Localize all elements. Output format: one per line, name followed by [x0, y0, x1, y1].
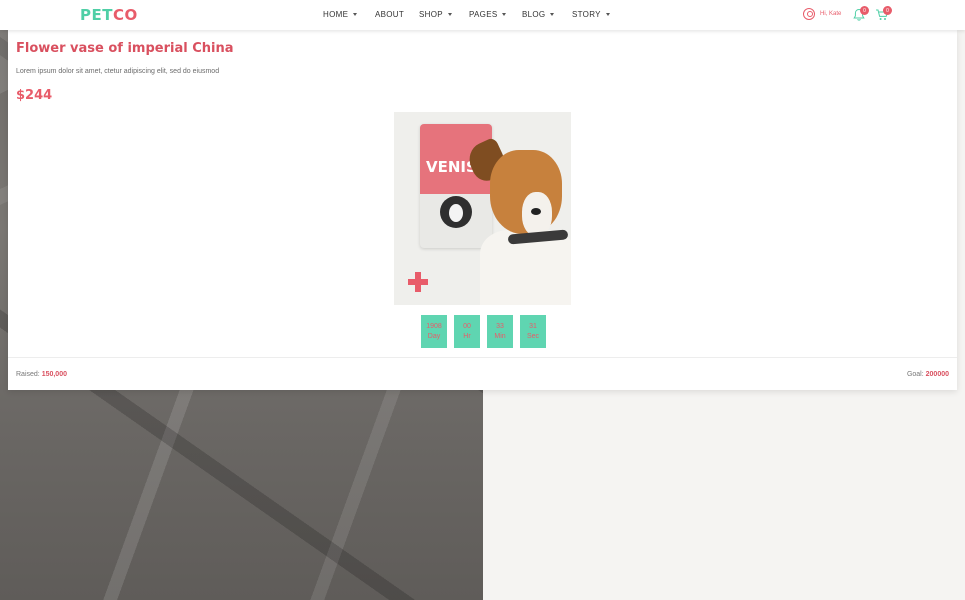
product-title[interactable]: Flower vase of imperial China	[16, 41, 234, 56]
product-description: Lorem ipsum dolor sit amet, ctetur adipi…	[16, 68, 220, 75]
user-account[interactable]: Hi, Kate	[803, 8, 841, 20]
divider	[8, 357, 957, 358]
countdown-unit: Sec	[526, 333, 540, 340]
paw-cross-icon	[408, 272, 428, 292]
countdown-value: 00	[463, 323, 471, 330]
dog-nose	[531, 208, 541, 215]
nav-shop[interactable]: SHOP	[419, 10, 452, 19]
user-icon	[803, 8, 815, 20]
countdown-unit: Min	[494, 333, 506, 340]
notifications-button[interactable]: 0	[852, 6, 869, 22]
countdown-seconds: 31 Sec	[520, 315, 546, 348]
chevron-down-icon	[502, 13, 507, 16]
countdown-unit: Day	[427, 333, 441, 340]
site-logo[interactable]: PETCO	[80, 6, 138, 24]
goal-amount: Goal: 200000	[907, 371, 949, 378]
nav-about[interactable]: ABOUT	[375, 10, 404, 19]
raised-amount: Raised: 150,000	[16, 371, 67, 378]
cart-button[interactable]: 0	[875, 6, 892, 22]
chevron-down-icon	[605, 13, 610, 16]
logo-text-co: CO	[112, 6, 138, 24]
cart-badge: 0	[883, 6, 892, 15]
nav-pages[interactable]: PAGES	[469, 10, 507, 19]
goal-label: Goal:	[906, 371, 924, 378]
site-header: PETCO HOME ABOUT SHOP PAGES BLOG STORY H…	[0, 0, 965, 30]
food-bag-dog	[440, 196, 472, 228]
nav-blog-label: BLOG	[522, 10, 546, 19]
nav-home-label: HOME	[323, 10, 349, 19]
countdown-unit: Hr	[463, 333, 471, 340]
chevron-down-icon	[447, 13, 452, 16]
nav-shop-label: SHOP	[419, 10, 443, 19]
user-greeting: Hi, Kate	[820, 11, 842, 17]
product-price: $244	[16, 88, 53, 103]
chevron-down-icon	[550, 13, 555, 16]
raised-value: 150,000	[41, 371, 67, 378]
nav-about-label: ABOUT	[375, 10, 405, 19]
product-image[interactable]: VENISU	[394, 112, 571, 305]
nav-home[interactable]: HOME	[323, 10, 358, 19]
countdown-minutes: 33 Min	[487, 315, 513, 348]
product-card: Flower vase of imperial China Lorem ipsu…	[8, 30, 957, 390]
countdown-value: 33	[496, 323, 504, 330]
notifications-badge: 0	[860, 6, 869, 15]
nav-story[interactable]: STORY	[572, 10, 610, 19]
raised-label: Raised:	[16, 371, 40, 378]
nav-pages-label: PAGES	[469, 10, 498, 19]
nav-story-label: STORY	[572, 10, 601, 19]
countdown-value: 31	[529, 323, 537, 330]
countdown-value: 1908	[426, 323, 442, 330]
nav-blog[interactable]: BLOG	[522, 10, 555, 19]
countdown-hours: 00 Hr	[454, 315, 480, 348]
countdown-timer: 1908 Day 00 Hr 33 Min 31 Sec	[421, 315, 546, 348]
chevron-down-icon	[353, 13, 358, 16]
logo-text-pet: PET	[80, 6, 113, 24]
countdown-days: 1908 Day	[421, 315, 447, 348]
goal-value: 200000	[925, 371, 949, 378]
